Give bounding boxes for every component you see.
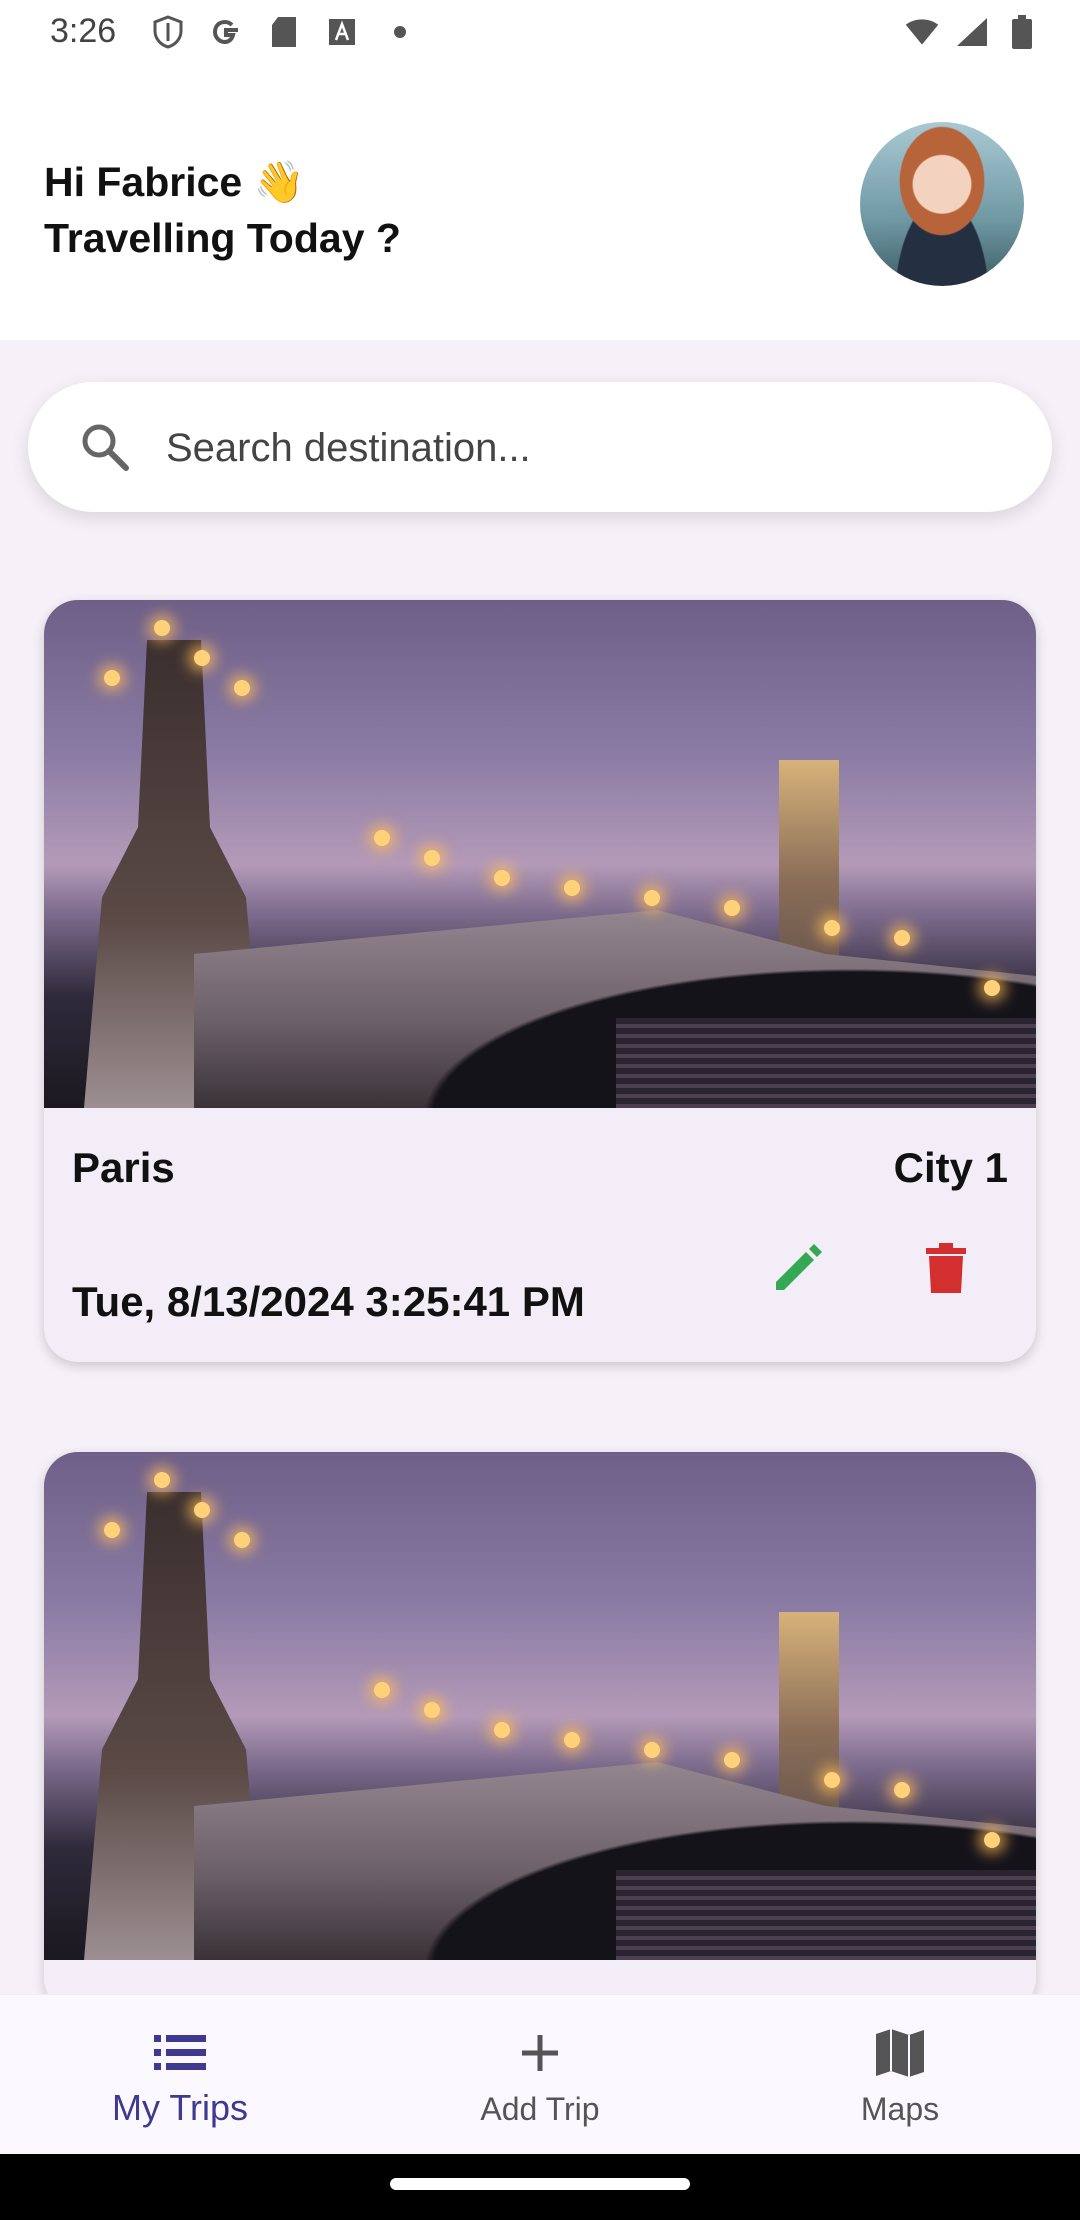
nav-maps[interactable]: Maps [720,1995,1080,2155]
search-icon [78,420,132,474]
google-icon [208,14,244,50]
battery-icon [1004,14,1040,50]
pencil-icon [770,1240,826,1301]
nav-add-trip[interactable]: Add Trip [360,1995,720,2155]
trip-card[interactable]: Paris City 1 Tue, 8/13/2024 3:25:41 PM [44,600,1036,1362]
wifi-icon [904,14,940,50]
trip-date: Tue, 8/13/2024 3:25:41 PM [72,1278,585,1325]
trip-card-body: Paris City 1 Tue, 8/13/2024 3:25:41 PM [44,1108,1036,1362]
trip-photo [44,600,1036,1108]
search-bar[interactable] [28,382,1052,512]
nav-label: My Trips [111,2087,248,2128]
search-input[interactable] [164,412,1008,484]
header: Hi Fabrice 👋 Travelling Today ? [0,66,1080,340]
status-time: 3:26 [50,12,117,50]
shield-icon [150,14,186,50]
home-indicator[interactable] [390,2178,690,2190]
trip-tag: City 1 [893,1144,1008,1191]
plus-icon [510,2023,570,2083]
trip-photo [44,1452,1036,1960]
edit-button[interactable] [762,1234,834,1306]
status-bar: 3:26 [0,0,1080,66]
status-icons-left [150,14,418,50]
trip-card[interactable] [44,1452,1036,2012]
nav-label: Maps [860,2091,940,2127]
map-icon [870,2023,930,2083]
greeting: Hi Fabrice 👋 Travelling Today ? [44,154,401,266]
font-a-icon [324,14,360,50]
status-icons-right [904,14,1040,50]
dot-icon [382,14,418,50]
trash-icon [924,1242,968,1299]
greeting-line-2: Travelling Today ? [44,215,401,261]
sd-card-icon [266,14,302,50]
trip-name: Paris [72,1144,175,1191]
bottom-navigation: My Trips Add Trip Maps [0,1994,1080,2155]
nav-my-trips[interactable]: My Trips [0,1995,360,2155]
list-icon [150,2023,210,2083]
signal-icon [954,14,990,50]
nav-label: Add Trip [480,2091,600,2127]
greeting-line-1: Hi Fabrice 👋 [44,159,305,205]
delete-button[interactable] [910,1234,982,1306]
avatar[interactable] [860,122,1024,286]
gesture-bar [0,2154,1080,2220]
